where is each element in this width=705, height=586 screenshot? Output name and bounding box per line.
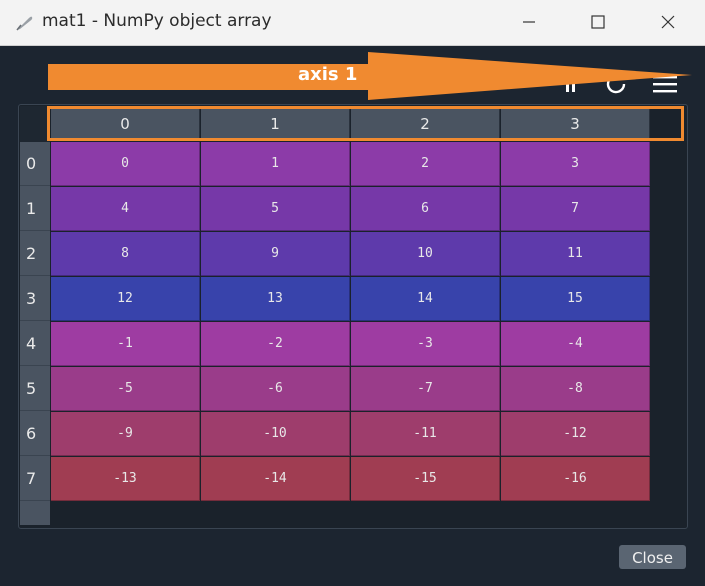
minimize-icon [523, 21, 535, 23]
close-button[interactable]: Close [619, 545, 686, 569]
feather-icon [14, 13, 34, 33]
maximize-button[interactable] [575, 0, 621, 45]
table-cell[interactable]: 4 [51, 187, 200, 231]
table-cell[interactable]: -8 [501, 367, 650, 411]
row-header[interactable]: 0 [20, 142, 50, 186]
table-cell[interactable]: -15 [351, 457, 500, 501]
table-cell[interactable]: 11 [501, 232, 650, 276]
row-header[interactable]: 2 [20, 232, 50, 276]
row-header[interactable]: 4 [20, 322, 50, 366]
table-cell[interactable]: 9 [201, 232, 350, 276]
close-window-button[interactable] [645, 0, 691, 45]
table-cell[interactable]: -16 [501, 457, 650, 501]
row-header[interactable]: 6 [20, 412, 50, 456]
table-cell[interactable]: -4 [501, 322, 650, 366]
table-cell[interactable]: 15 [501, 277, 650, 321]
table-cell[interactable]: -11 [351, 412, 500, 456]
table-cell[interactable]: 2 [351, 142, 500, 186]
table-cell[interactable]: 8 [51, 232, 200, 276]
axis-label: axis 1 [298, 64, 358, 85]
close-icon [661, 15, 675, 29]
row-header[interactable]: 3 [20, 277, 50, 321]
minimize-button[interactable] [506, 0, 552, 45]
title-bar: mat1 - NumPy object array [0, 0, 705, 46]
table-cell[interactable]: 14 [351, 277, 500, 321]
axis-arrow-annotation [48, 52, 692, 100]
table-cell[interactable]: 0 [51, 142, 200, 186]
table-cell[interactable]: -1 [51, 322, 200, 366]
table-cell[interactable]: 5 [201, 187, 350, 231]
table-cell[interactable]: -7 [351, 367, 500, 411]
table-cell[interactable]: -5 [51, 367, 200, 411]
maximize-icon [591, 15, 605, 29]
window-title: mat1 - NumPy object array [42, 11, 272, 31]
table-cell[interactable]: 13 [201, 277, 350, 321]
table-cell[interactable]: -14 [201, 457, 350, 501]
row-header[interactable]: 1 [20, 187, 50, 231]
table-cell[interactable]: 7 [501, 187, 650, 231]
table-cell[interactable]: 3 [501, 142, 650, 186]
table-cell[interactable]: 10 [351, 232, 500, 276]
table-cell[interactable]: -9 [51, 412, 200, 456]
table-cell[interactable]: -12 [501, 412, 650, 456]
table-corner [20, 106, 50, 142]
table-cell[interactable]: -3 [351, 322, 500, 366]
row-header[interactable]: 5 [20, 367, 50, 411]
table-cell[interactable]: 12 [51, 277, 200, 321]
axis-highlight-box [47, 106, 684, 141]
table-cell[interactable]: -13 [51, 457, 200, 501]
table-cell[interactable]: -2 [201, 322, 350, 366]
table-cell[interactable]: 1 [201, 142, 350, 186]
table-cell[interactable]: -10 [201, 412, 350, 456]
table-cell[interactable]: 6 [351, 187, 500, 231]
row-header[interactable]: 7 [20, 457, 50, 501]
table-cell[interactable]: -6 [201, 367, 350, 411]
